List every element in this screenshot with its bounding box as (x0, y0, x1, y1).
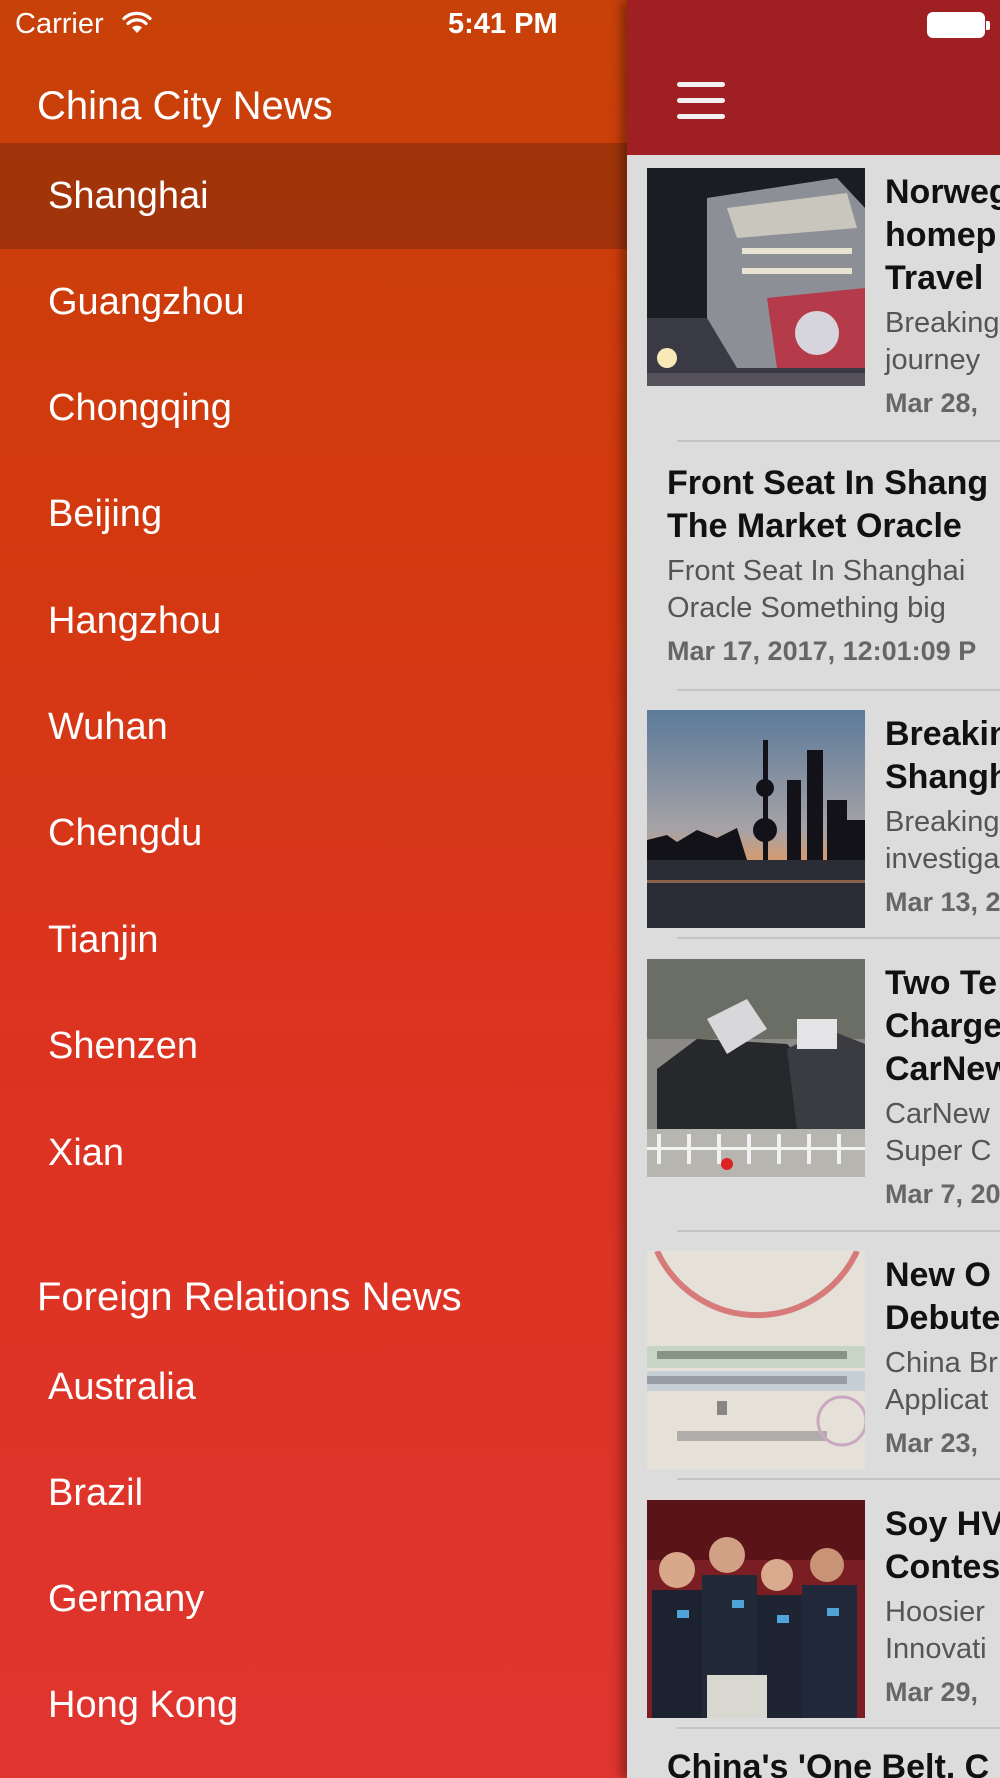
menu-item-hong-kong[interactable]: Hong Kong (0, 1652, 627, 1758)
divider (677, 440, 1000, 442)
menu-item-hangzhou[interactable]: Hangzhou (0, 568, 627, 674)
menu-item-tianjin[interactable]: Tianjin (0, 887, 627, 993)
divider (677, 1478, 1000, 1480)
article-title-line: Front Seat In Shang (667, 464, 989, 502)
news-feed-panel[interactable]: Norweg homep Travel Breaking journey Mar… (627, 0, 1000, 1778)
foreign-news-section-title: Foreign Relations News (37, 1275, 462, 1319)
article-snippet-line: CarNew (885, 1098, 990, 1130)
article-snippet-line: Applicat (885, 1384, 989, 1416)
article-title-line: CarNew (885, 1050, 1000, 1088)
menu-item-beijing[interactable]: Beijing (0, 461, 627, 567)
article-snippet-line: Super C (885, 1135, 992, 1167)
menu-item-australia[interactable]: Australia (0, 1334, 627, 1440)
status-bar: Carrier 5:41 PM (0, 0, 627, 52)
article-date: Mar 13, 2 (885, 887, 1000, 917)
menu-item-xian[interactable]: Xian (0, 1100, 627, 1206)
article-date: Mar 7, 20 (885, 1179, 1000, 1209)
article-date: Mar 29, (885, 1677, 979, 1707)
article-title-line: New O (885, 1256, 991, 1294)
article-snippet-line: Oracle Something big (667, 592, 946, 624)
shanghai-skyline-thumbnail (647, 710, 865, 928)
nav-bar (627, 0, 1000, 155)
article-title-line: Debute (885, 1299, 1000, 1337)
menu-item-brazil[interactable]: Brazil (0, 1440, 627, 1546)
carrier-label: Carrier (15, 8, 104, 40)
article-snippet-line: journey (885, 344, 981, 376)
menu-item-guangzhou[interactable]: Guangzhou (0, 249, 627, 355)
status-time: 5:41 PM (448, 8, 558, 40)
menu-item-germany[interactable]: Germany (0, 1546, 627, 1652)
article-title-line: Shangh (885, 758, 1000, 796)
menu-item-wuhan[interactable]: Wuhan (0, 674, 627, 780)
wifi-icon (122, 11, 152, 33)
menu-item-shanghai[interactable]: Shanghai (0, 143, 627, 249)
divider (677, 1727, 1000, 1729)
hamburger-icon[interactable] (677, 82, 725, 120)
city-news-section-title: China City News (37, 84, 333, 128)
battery-icon (927, 12, 990, 38)
article-title-line: Breakin (885, 715, 1000, 753)
divider (677, 937, 1000, 939)
article-date: Mar 17, 2017, 12:01:09 P (667, 636, 977, 666)
chinese-visa-thumbnail (647, 1251, 865, 1469)
article-title-line: The Market Oracle (667, 507, 962, 545)
team-photo-thumbnail (647, 1500, 865, 1718)
menu-item-chengdu[interactable]: Chengdu (0, 780, 627, 886)
article-snippet-line: Innovati (885, 1633, 987, 1665)
article-snippet-line: Breaking (885, 806, 1000, 838)
article-title-line: Two Te (885, 964, 998, 1002)
article-snippet-line: Hoosier (885, 1596, 985, 1628)
article-snippet-line: Front Seat In Shanghai (667, 555, 966, 587)
divider (677, 689, 1000, 691)
cruise-ship-thumbnail (647, 168, 865, 386)
menu-item-shenzen[interactable]: Shenzen (0, 993, 627, 1099)
article-date: Mar 23, (885, 1428, 979, 1458)
article-snippet-line: China Br (885, 1347, 998, 1379)
divider (677, 1230, 1000, 1232)
article-title-line: Travel (885, 259, 984, 297)
article-title-line: Soy HV (885, 1505, 1000, 1543)
menu-item-chongqing[interactable]: Chongqing (0, 355, 627, 461)
tesla-cars-thumbnail (647, 959, 865, 1177)
article-date: Mar 28, (885, 388, 979, 418)
article-snippet-line: Breaking (885, 307, 1000, 339)
article-title-line: Charge (885, 1007, 1000, 1045)
article-title-line: homep (885, 216, 997, 254)
article-title-line: Norweg (885, 173, 1000, 211)
article-title-line: China's 'One Belt, C (667, 1748, 990, 1778)
article-title-line: Contes (885, 1548, 1000, 1586)
article-snippet-line: investiga (885, 843, 1000, 875)
side-drawer: Carrier 5:41 PM China City News Shanghai… (0, 0, 627, 1778)
